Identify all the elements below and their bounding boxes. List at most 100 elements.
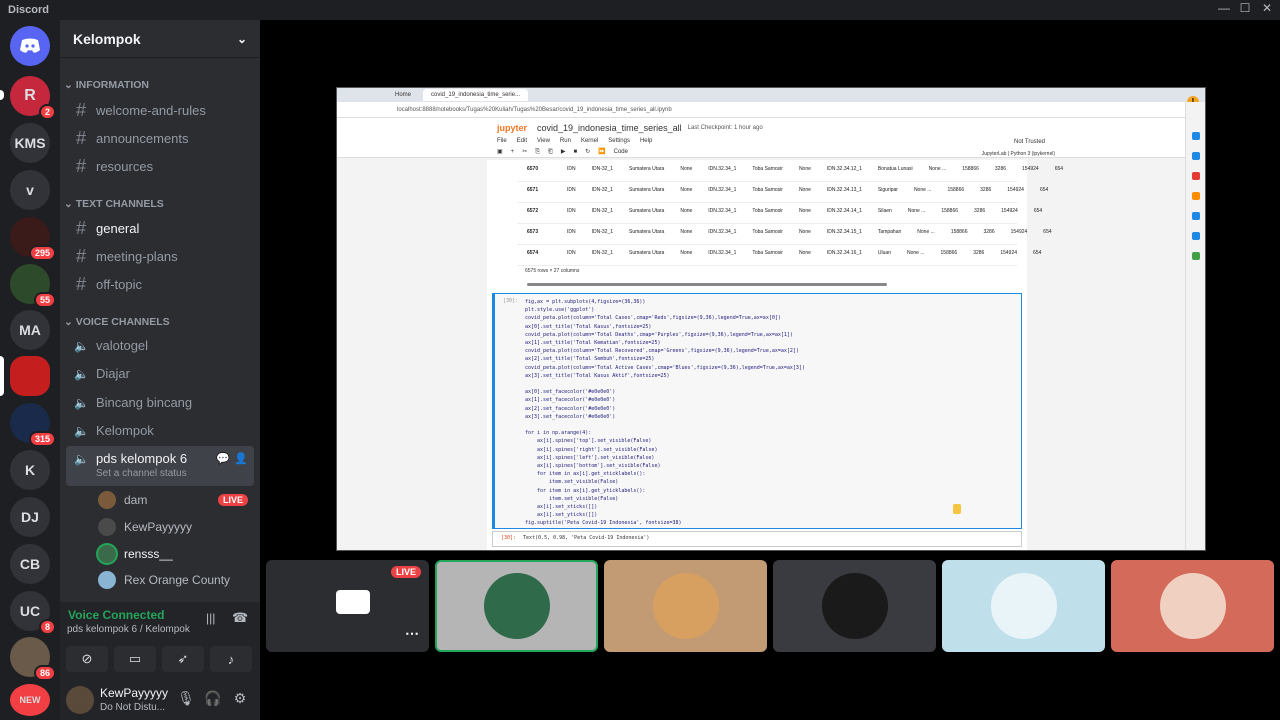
trust-status[interactable]: Not Trusted xyxy=(1014,139,1045,145)
speaker-icon: 🔈 xyxy=(74,395,89,410)
server-icon-v[interactable]: v xyxy=(10,170,50,210)
table-cell: IDN-32_1 xyxy=(591,166,614,172)
channel-general[interactable]: # general xyxy=(74,218,139,239)
server-icon-kms[interactable]: KMS xyxy=(10,123,50,163)
sidebar-app-icon[interactable] xyxy=(1192,152,1200,160)
cut-icon[interactable]: ✂ xyxy=(522,149,527,155)
notebook-title[interactable]: covid_19_indonesia_time_series_all xyxy=(537,123,682,133)
screen-share-button[interactable]: ▭ xyxy=(114,646,156,672)
voice-channel-active[interactable]: 🔈 pds kelompok 6 Set a channel status 💬 … xyxy=(66,446,254,486)
run-icon[interactable]: ▶ xyxy=(561,149,566,155)
voice-channel-bincang[interactable]: 🔈 Bincang bincang xyxy=(74,395,192,410)
copy-icon[interactable]: ⎘ xyxy=(535,149,540,155)
noise-suppression-icon[interactable]: ||| xyxy=(206,611,215,625)
run-all-icon[interactable]: ⏩ xyxy=(598,149,605,155)
chat-icon[interactable]: 💬 xyxy=(216,452,230,465)
menu-edit[interactable]: Edit xyxy=(517,138,527,144)
more-options-icon[interactable]: ⋯ xyxy=(405,625,419,642)
table-cell: 654 xyxy=(1054,166,1064,172)
address-bar[interactable]: localhost:8888/notebooks/Tugas%20Kuliah/… xyxy=(337,102,1205,118)
headphones-icon[interactable]: 🎧 xyxy=(203,690,223,707)
sidebar-app-icon[interactable] xyxy=(1192,192,1200,200)
channel-off-topic[interactable]: # off-topic xyxy=(74,274,142,295)
paste-icon[interactable]: ⎗ xyxy=(548,149,553,155)
kernel-status[interactable]: JupyterLab | Python 3 (ipykernel) xyxy=(982,151,1055,157)
voice-connected-title[interactable]: Voice Connected xyxy=(68,608,164,622)
server-icon-13[interactable]: 86 xyxy=(10,637,56,681)
server-icon-uc[interactable]: UC 8 xyxy=(10,591,56,635)
stop-icon[interactable]: ■ xyxy=(573,149,577,155)
channel-welcome-and-rules[interactable]: # welcome-and-rules xyxy=(74,100,206,121)
server-icon-1[interactable]: R2 xyxy=(10,76,56,120)
activity-button[interactable]: ➶ xyxy=(162,646,204,672)
category-label: INFORMATION xyxy=(75,79,150,91)
voice-connected-sub[interactable]: pds kelompok 6 / Kelompok xyxy=(67,624,190,635)
soundboard-button[interactable]: ♪ xyxy=(210,646,252,672)
user-avatar[interactable] xyxy=(66,686,94,714)
server-icon-k[interactable]: K xyxy=(10,450,50,490)
category-voice[interactable]: ⌄ VOICE CHANNELS xyxy=(64,316,170,328)
sidebar-app-icon[interactable] xyxy=(1192,172,1200,180)
voice-channel-kelompok[interactable]: 🔈 Kelompok xyxy=(74,423,154,438)
voice-user-rex[interactable]: Rex Orange County xyxy=(98,571,230,589)
menu-kernel[interactable]: Kernel xyxy=(581,138,598,144)
close-button[interactable]: ✕ xyxy=(1255,1,1279,15)
participant-tile-4[interactable] xyxy=(942,560,1105,652)
sidebar-app-icon[interactable] xyxy=(1192,212,1200,220)
menu-help[interactable]: Help xyxy=(640,138,652,144)
menu-file[interactable]: File xyxy=(497,138,507,144)
mention-badge: 2 xyxy=(38,104,56,120)
channel-meeting-plans[interactable]: # meeting-plans xyxy=(74,246,178,267)
hash-icon: # xyxy=(75,156,86,176)
server-icon-cb[interactable]: CB xyxy=(10,544,50,584)
screen-share-view[interactable]: Home covid_19_indonesia_time_serie... lo… xyxy=(336,87,1206,551)
add-member-icon[interactable]: 👤 xyxy=(234,452,248,465)
stream-tile-dam[interactable]: LIVE ⋯ xyxy=(266,560,429,652)
guild-header[interactable]: Kelompok ⌄ xyxy=(60,20,260,58)
browser-tab-notebook[interactable]: covid_19_indonesia_time_serie... xyxy=(423,89,529,101)
browser-tab-home[interactable]: Home xyxy=(387,89,419,101)
channel-resources[interactable]: # resources xyxy=(74,156,153,177)
camera-off-button[interactable]: ⊘ xyxy=(66,646,108,672)
channel-announcements[interactable]: # announcements xyxy=(74,128,189,149)
server-icon-ma[interactable]: MA xyxy=(10,310,50,350)
row-index: 6572 xyxy=(527,208,539,214)
sidebar-app-icon[interactable] xyxy=(1192,132,1200,140)
code-cell[interactable]: [30]: fig,ax = plt.subplots(4,figsize=(3… xyxy=(492,293,1022,529)
voice-channel-diajar[interactable]: 🔈 Diajar xyxy=(74,366,130,381)
participant-tile-5[interactable] xyxy=(1111,560,1274,652)
voice-channel-valotogel[interactable]: 🔈 valotogel xyxy=(74,338,148,353)
category-information[interactable]: ⌄ INFORMATION xyxy=(64,79,149,91)
code-text[interactable]: fig,ax = plt.subplots(4,figsize=(36,36))… xyxy=(525,298,805,528)
disconnect-icon[interactable]: ☎ xyxy=(232,610,248,626)
restart-icon[interactable]: ↻ xyxy=(585,149,590,155)
maximize-button[interactable]: ☐ xyxy=(1233,1,1257,15)
category-text[interactable]: ⌄ TEXT CHANNELS xyxy=(64,198,164,210)
server-icon-4[interactable]: 295 xyxy=(10,217,56,261)
menu-settings[interactable]: Settings xyxy=(608,138,630,144)
menu-view[interactable]: View xyxy=(537,138,550,144)
gear-icon[interactable]: ⚙ xyxy=(230,690,250,707)
add-cell-icon[interactable]: + xyxy=(511,149,515,155)
voice-user-rensss[interactable]: rensss__ xyxy=(98,545,173,563)
discord-home-icon[interactable] xyxy=(10,26,50,66)
voice-user-dam[interactable]: dam LIVE xyxy=(98,491,249,509)
mention-badge: 55 xyxy=(33,292,56,308)
horizontal-scrollbar[interactable] xyxy=(527,283,887,286)
menu-run[interactable]: Run xyxy=(560,138,571,144)
channel-status[interactable]: Set a channel status xyxy=(96,468,187,479)
server-icon-5[interactable]: 55 xyxy=(10,264,56,308)
new-server-button[interactable]: NEW xyxy=(10,684,50,716)
voice-user-kewpayyyyy[interactable]: KewPayyyyy xyxy=(98,518,192,536)
sidebar-app-icon[interactable] xyxy=(1192,232,1200,240)
participant-tile-2[interactable] xyxy=(604,560,767,652)
server-icon-8[interactable]: 315 xyxy=(10,403,56,447)
server-icon-dj[interactable]: DJ xyxy=(10,497,50,537)
microphone-icon[interactable]: 🎙 xyxy=(176,690,196,707)
sidebar-app-icon[interactable] xyxy=(1192,252,1200,260)
participant-tile-3[interactable] xyxy=(773,560,936,652)
participant-tile-1[interactable] xyxy=(435,560,598,652)
cell-type-select[interactable]: Code xyxy=(614,149,628,155)
save-icon[interactable]: ▣ xyxy=(497,149,503,155)
server-icon-active[interactable] xyxy=(10,356,50,396)
